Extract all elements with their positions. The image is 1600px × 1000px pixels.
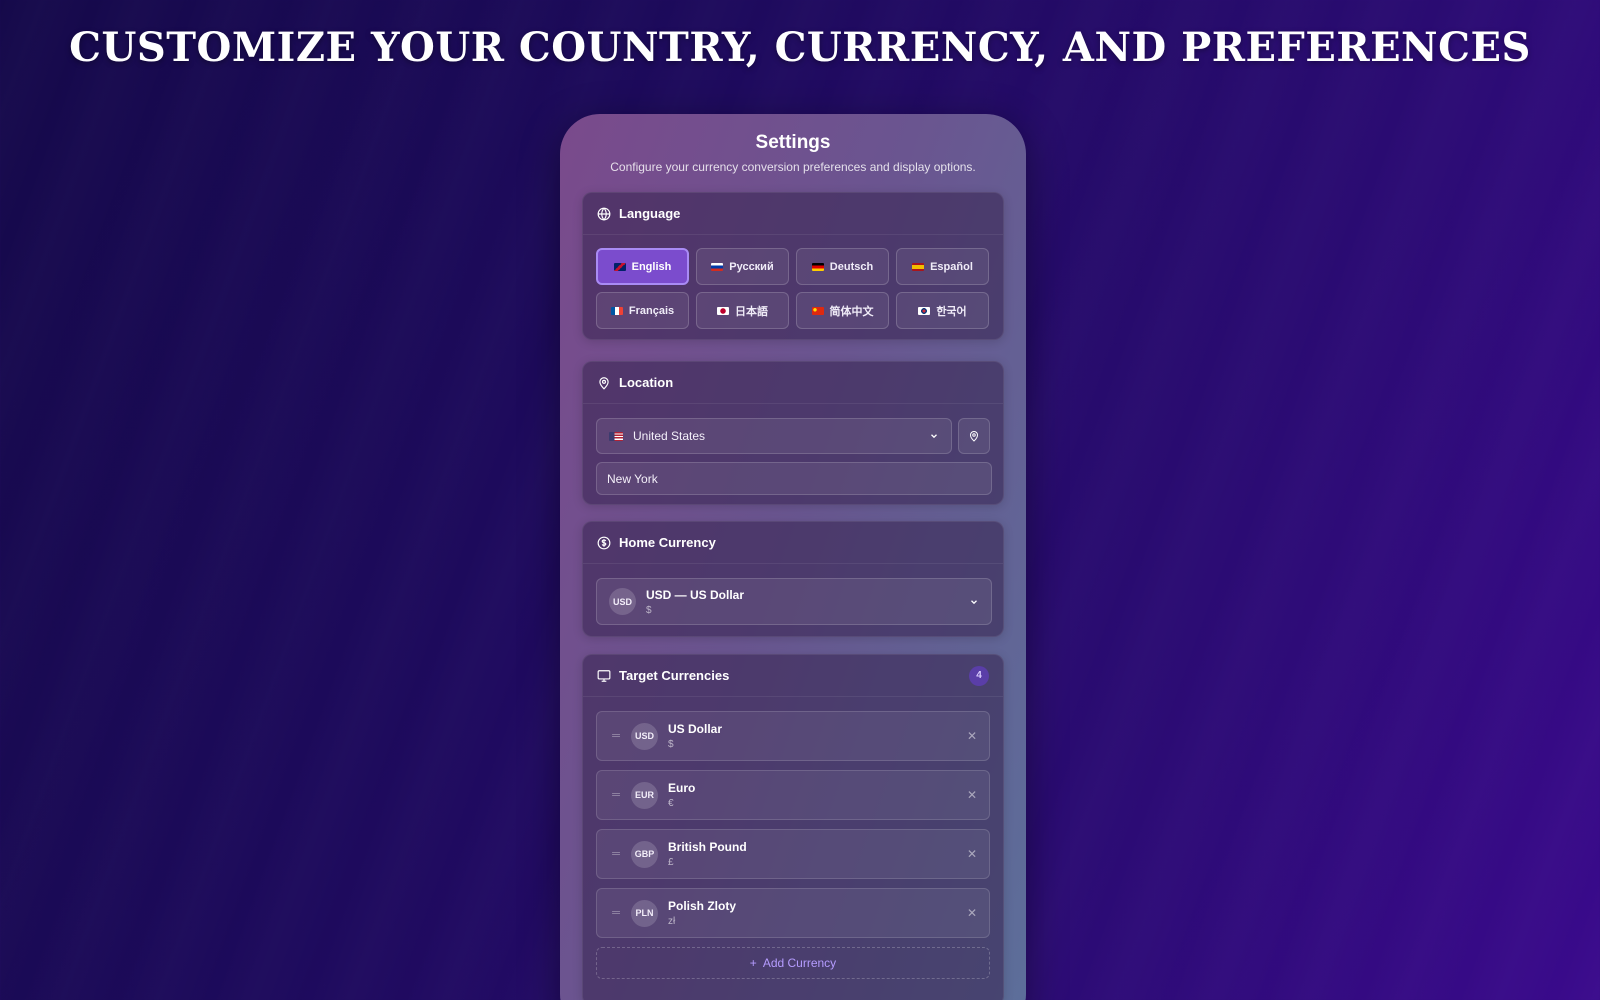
language-heading: Language [619,206,681,221]
language-option-japanese[interactable]: 日本語 [696,292,789,329]
city-input[interactable]: New York [596,462,992,495]
currency-code-badge: PLN [631,899,658,927]
flag-korea-icon [918,306,931,315]
add-currency-button[interactable]: + Add Currency [596,947,990,979]
target-currency-text: US Dollar $ [668,722,722,750]
target-currencies-heading: Target Currencies [619,668,730,683]
target-currency-symbol: zł [668,916,676,927]
settings-title: Settings [755,132,831,153]
target-currencies-header: Target Currencies 4 [583,655,1003,697]
language-option-spanish[interactable]: Español [896,248,989,285]
add-currency-label: Add Currency [762,956,837,970]
currency-code-badge: USD [609,588,636,615]
detect-location-button[interactable] [958,418,990,454]
location-heading: Location [619,375,674,390]
country-select-value: United States [633,429,706,443]
target-currency-symbol: $ [668,739,674,750]
target-currency-symbol: £ [668,857,674,868]
target-currency-text: British Pound £ [668,840,747,868]
target-currency-item[interactable]: ═ GBP British Pound £ ✕ [596,829,990,879]
drag-handle-icon[interactable]: ═ [611,907,621,919]
language-option-label: 한국어 [936,305,967,318]
language-option-german[interactable]: Deutsch [796,248,889,285]
dollar-circle-icon [597,536,611,549]
language-option-russian[interactable]: Русский [696,248,789,285]
language-header: Language [583,193,1003,235]
target-currency-name: British Pound [668,840,747,854]
flag-china-icon [811,306,824,315]
currency-code-badge: EUR [631,781,658,809]
settings-subtitle: Configure your currency conversion prefe… [610,160,976,174]
language-option-chinese[interactable]: 简体中文 [796,292,889,329]
remove-currency-icon[interactable]: ✕ [967,906,977,920]
home-currency-card: Home Currency USD USD — US Dollar $ [582,521,1004,637]
flag-russia-icon [711,262,724,271]
page-headline: CUSTOMIZE YOUR COUNTRY, CURRENCY, AND PR… [69,24,1531,71]
chevron-down-icon [931,434,938,439]
target-count-badge: 4 [969,665,989,686]
home-currency-symbol: $ [646,604,652,616]
map-pin-icon [970,431,979,442]
home-currency-label: USD — US Dollar [646,587,745,602]
language-option-label: Русский [729,260,774,273]
flag-france-icon [610,306,623,315]
home-currency-heading: Home Currency [619,535,716,550]
target-currency-name: Euro [668,781,696,795]
target-currency-name: Polish Zloty [668,899,737,913]
language-option-french[interactable]: Français [596,292,689,329]
home-currency-text: USD — US Dollar $ [646,588,744,616]
map-pin-icon [599,376,609,390]
flag-us-icon [609,431,623,441]
language-card: Language English Русский Deutsch Español… [582,192,1004,340]
flag-uk-icon [613,262,626,271]
language-option-label: 日本語 [735,305,768,318]
currency-code-badge: GBP [631,840,658,868]
remove-currency-icon[interactable]: ✕ [967,788,977,802]
language-options: English Русский Deutsch Español Français… [583,235,1003,342]
currency-code-badge: USD [631,722,658,750]
chevron-down-icon [971,599,977,604]
country-row: United States [583,404,1003,454]
remove-currency-icon[interactable]: ✕ [967,847,977,861]
drag-handle-icon[interactable]: ═ [611,730,621,742]
language-option-label: 简体中文 [829,305,874,318]
target-currency-item[interactable]: ═ USD US Dollar $ ✕ [596,711,990,761]
plus-icon: + [749,956,757,970]
language-option-label: Deutsch [829,260,874,273]
flag-japan-icon [717,306,729,315]
target-currency-symbol: € [668,798,674,809]
remove-currency-icon[interactable]: ✕ [967,729,977,743]
target-currency-text: Polish Zloty zł [668,899,736,927]
flag-spain-icon [912,262,925,271]
target-currency-item[interactable]: ═ PLN Polish Zloty zł ✕ [596,888,990,938]
globe-icon [597,207,611,221]
language-option-korean[interactable]: 한국어 [896,292,989,329]
settings-panel: Settings Configure your currency convers… [560,114,1026,1000]
home-currency-select[interactable]: USD USD — US Dollar $ [596,578,992,625]
language-option-label: Français [628,304,675,317]
target-currency-item[interactable]: ═ EUR Euro € ✕ [596,770,990,820]
target-currencies-card: Target Currencies 4 ═ USD US Dollar $ ✕ … [582,654,1004,1000]
country-select[interactable]: United States [596,418,953,454]
flag-germany-icon [811,262,824,271]
home-currency-wrap: USD USD — US Dollar $ [583,564,1003,625]
language-option-label: English [631,260,672,273]
language-option-label: Español [930,260,973,273]
location-card: Location United States New York [582,361,1004,505]
target-currency-name: US Dollar [668,722,723,736]
target-currency-text: Euro € [668,781,695,809]
drag-handle-icon[interactable]: ═ [611,848,621,860]
home-currency-header: Home Currency [583,522,1003,564]
monitor-icon [597,669,611,682]
language-option-english[interactable]: English [596,248,689,285]
drag-handle-icon[interactable]: ═ [611,789,621,801]
location-header: Location [583,362,1003,404]
